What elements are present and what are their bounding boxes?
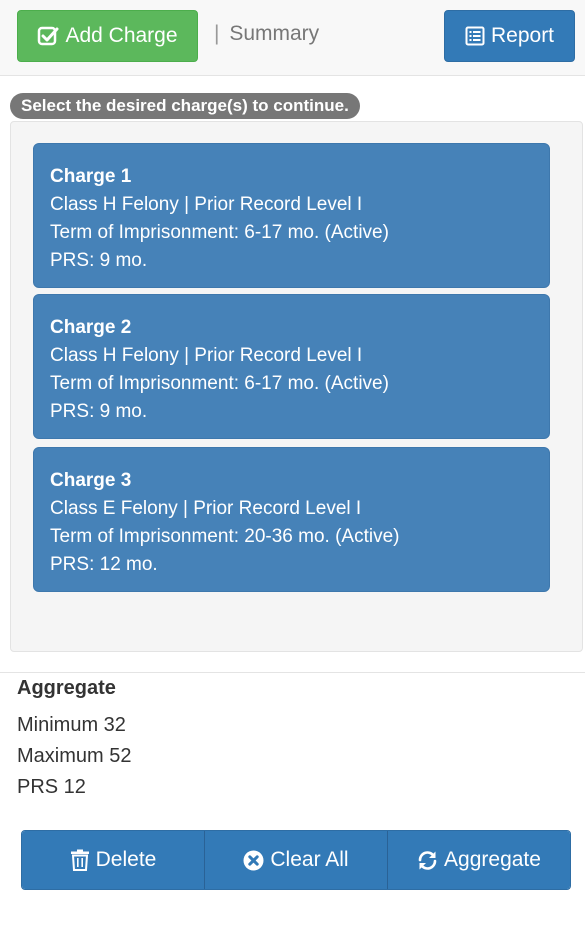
top-toolbar: Add Charge | Summary Report [0, 0, 585, 76]
charge-class: Class H Felony | Prior Record Level I [50, 194, 363, 215]
instruction-badge: Select the desired charge(s) to continue… [10, 93, 360, 119]
charge-title: Charge 2 [50, 317, 132, 338]
aggregate-button[interactable]: Aggregate [387, 831, 570, 889]
aggregate-label: Aggregate [444, 848, 541, 871]
charge-term: Term of Imprisonment: 6-17 mo. (Active) [50, 222, 389, 243]
charge-title: Charge 3 [50, 470, 132, 491]
charges-list: Charge 1 Class H Felony | Prior Record L… [10, 121, 583, 652]
charge-term: Term of Imprisonment: 20-36 mo. (Active) [50, 526, 400, 547]
summary-separator: | [214, 22, 220, 45]
times-circle-icon [243, 850, 264, 871]
charge-card-3[interactable]: Charge 3 Class E Felony | Prior Record L… [33, 447, 550, 592]
add-charge-button[interactable]: Add Charge [17, 10, 198, 62]
charge-card-1[interactable]: Charge 1 Class H Felony | Prior Record L… [33, 143, 550, 288]
charge-prs: PRS: 12 mo. [50, 554, 158, 575]
charge-class: Class H Felony | Prior Record Level I [50, 345, 363, 366]
charge-prs: PRS: 9 mo. [50, 250, 148, 271]
clear-all-button[interactable]: Clear All [204, 831, 387, 889]
clear-all-label: Clear All [270, 848, 349, 871]
aggregate-minimum: Minimum 32 [17, 714, 126, 736]
aggregate-heading: Aggregate [17, 677, 116, 699]
check-square-icon [37, 25, 59, 47]
trash-icon [70, 849, 90, 871]
delete-label: Delete [95, 848, 157, 871]
report-button[interactable]: Report [444, 10, 575, 62]
charge-title: Charge 1 [50, 166, 132, 187]
charge-card-2[interactable]: Charge 2 Class H Felony | Prior Record L… [33, 294, 550, 439]
charge-class: Class E Felony | Prior Record Level I [50, 498, 362, 519]
section-divider [0, 672, 585, 673]
refresh-icon [417, 850, 438, 871]
footer-spacer [0, 901, 585, 928]
charge-term: Term of Imprisonment: 6-17 mo. (Active) [50, 373, 389, 394]
summary-link[interactable]: | Summary [214, 22, 319, 46]
add-charge-label: Add Charge [65, 24, 178, 47]
delete-button[interactable]: Delete [22, 831, 204, 889]
action-button-group: Delete Clear All Aggregate [21, 830, 571, 890]
summary-label: Summary [229, 22, 320, 45]
aggregate-maximum: Maximum 52 [17, 745, 132, 767]
report-label: Report [490, 24, 555, 47]
aggregate-prs: PRS 12 [17, 776, 86, 798]
list-alt-icon [465, 26, 485, 46]
charge-prs: PRS: 9 mo. [50, 401, 148, 422]
